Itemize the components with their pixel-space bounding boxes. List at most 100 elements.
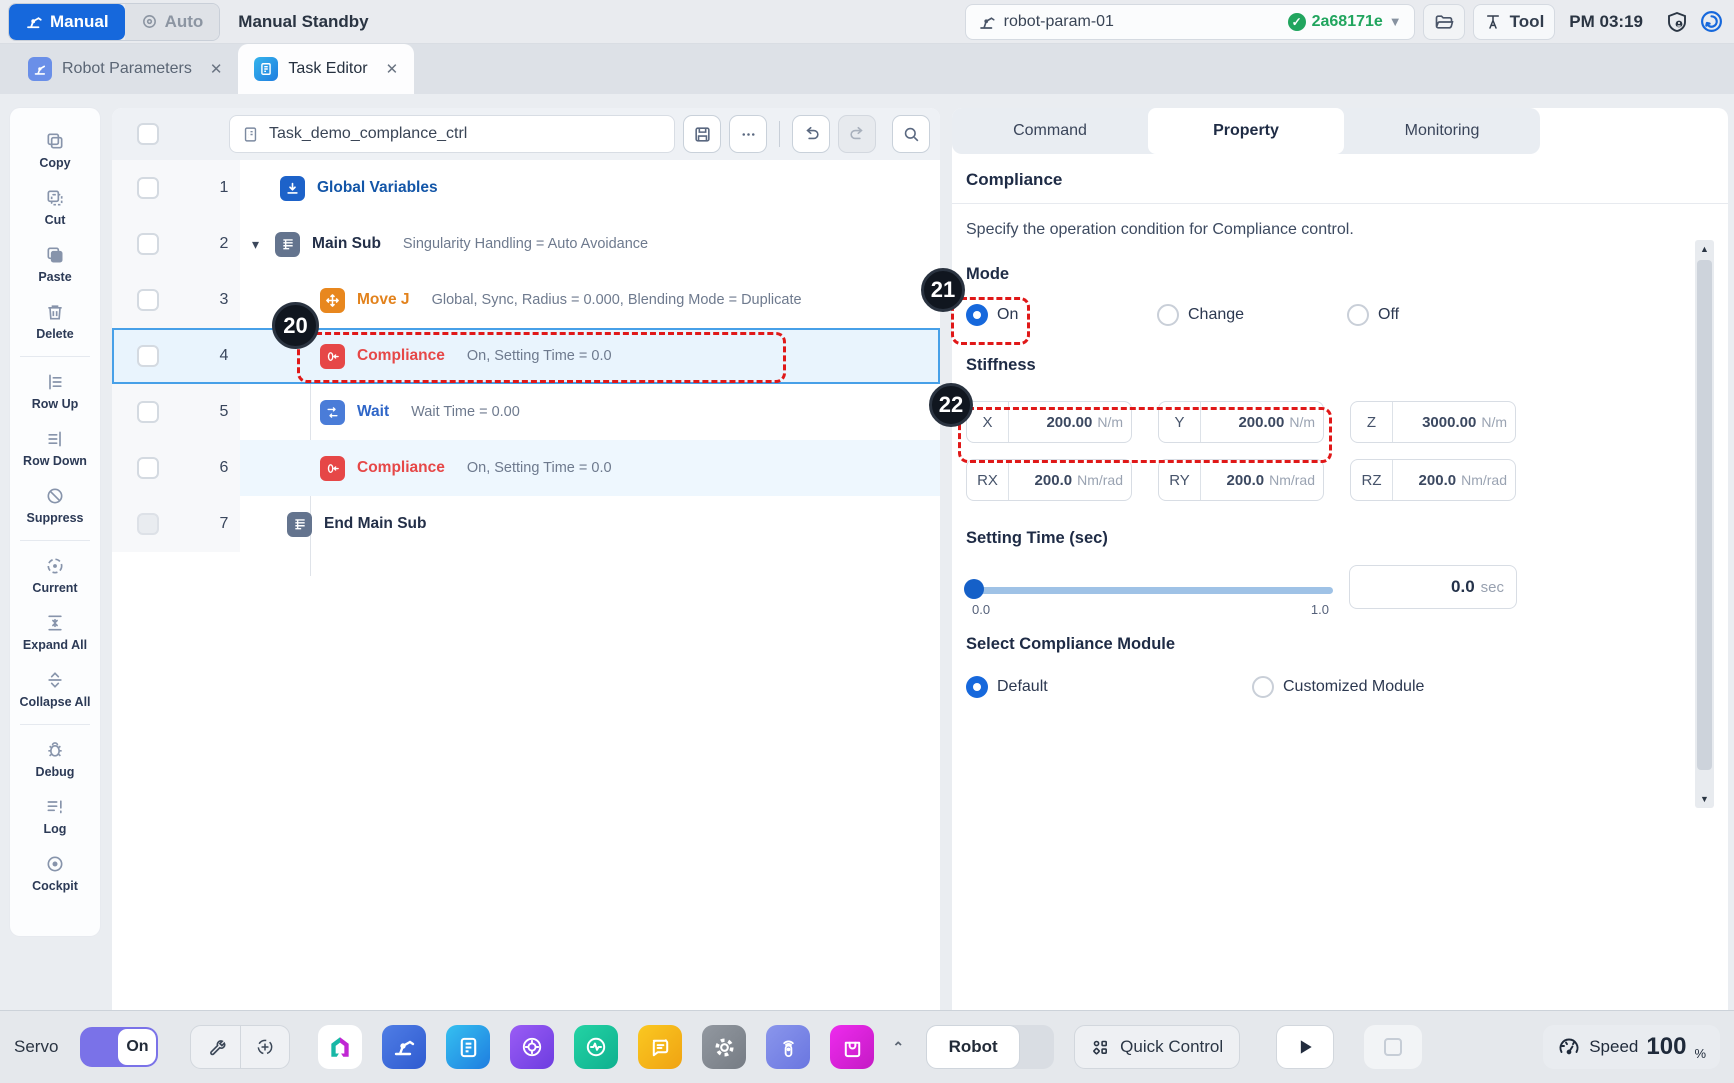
- row-checkbox[interactable]: [137, 457, 159, 479]
- row-checkbox[interactable]: [137, 289, 159, 311]
- play-button[interactable]: [1276, 1025, 1334, 1069]
- redo-button[interactable]: [838, 115, 876, 153]
- stiffness-rz-field[interactable]: RZ 200.0 Nm/rad: [1350, 459, 1516, 501]
- tab-monitoring[interactable]: Monitoring: [1344, 108, 1540, 154]
- suppress-button[interactable]: Suppress: [10, 477, 100, 534]
- speedometer-icon: [1557, 1035, 1581, 1059]
- mode-option-off[interactable]: Off: [1347, 304, 1399, 326]
- slider-thumb[interactable]: [964, 579, 984, 599]
- speed-control[interactable]: Speed 100 %: [1543, 1025, 1720, 1069]
- expand-all-button[interactable]: Expand All: [10, 604, 100, 661]
- tab-property[interactable]: Property: [1148, 108, 1344, 154]
- tab-command[interactable]: Command: [952, 108, 1148, 154]
- task-row-wait[interactable]: 5 Wait Wait Time = 0.00: [112, 384, 940, 440]
- open-project-button[interactable]: [1423, 4, 1465, 40]
- cockpit-button[interactable]: Cockpit: [10, 845, 100, 902]
- module-option-customized[interactable]: Customized Module: [1252, 676, 1424, 698]
- manual-mode-button[interactable]: Manual: [9, 4, 125, 40]
- app-dock: [318, 1025, 874, 1069]
- auto-mode-button[interactable]: Auto: [125, 4, 220, 40]
- remote-control-app-icon[interactable]: [766, 1025, 810, 1069]
- recovery-target-icon[interactable]: [1699, 9, 1724, 34]
- stiffness-section-label: Stiffness: [966, 356, 1712, 375]
- task-editor-app-icon[interactable]: [446, 1025, 490, 1069]
- task-row-main-sub[interactable]: 2 ▾ Main Sub Singularity Handling = Auto…: [112, 216, 940, 272]
- app-tab-bar: Robot Parameters ✕ Task Editor ✕: [0, 44, 1734, 94]
- select-all-checkbox[interactable]: [137, 123, 159, 145]
- editor-toolbar-buttons: [675, 115, 930, 153]
- robot-scope-toggle[interactable]: Robot: [926, 1025, 1054, 1069]
- paste-button[interactable]: Paste: [10, 236, 100, 293]
- close-tab-icon[interactable]: ✕: [386, 60, 399, 78]
- scroll-down-icon[interactable]: ▼: [1695, 790, 1714, 808]
- stiffness-rx-field[interactable]: RX 200.0 Nm/rad: [966, 459, 1132, 501]
- home-app-icon[interactable]: [318, 1025, 362, 1069]
- jog-app-icon[interactable]: [510, 1025, 554, 1069]
- monitoring-app-icon[interactable]: [574, 1025, 618, 1069]
- collapse-chevron-icon[interactable]: ▾: [252, 236, 259, 253]
- setting-time-value-field[interactable]: 0.0 sec: [1349, 565, 1517, 609]
- edit-toolbar-sidebar: Copy Cut Paste Delete Row Up Row Down Su…: [10, 108, 100, 936]
- safety-shield-icon[interactable]: [1665, 10, 1689, 34]
- tool-button[interactable]: Tool: [1473, 4, 1556, 40]
- quick-control-button[interactable]: Quick Control: [1074, 1025, 1240, 1069]
- mode-option-change[interactable]: Change: [1157, 304, 1347, 326]
- row-checkbox[interactable]: [137, 233, 159, 255]
- robot-selector[interactable]: robot-param-01 ✓ 2a68171e ▼: [965, 4, 1415, 40]
- panel-scrollbar[interactable]: ▲ ▼: [1695, 240, 1714, 808]
- stiffness-z-field[interactable]: Z 3000.00 N/m: [1350, 401, 1516, 443]
- stiffness-ry-field[interactable]: RY 200.0 Nm/rad: [1158, 459, 1324, 501]
- tab-robot-parameters[interactable]: Robot Parameters ✕: [12, 44, 238, 94]
- row-down-button[interactable]: Row Down: [10, 420, 100, 477]
- speed-unit: %: [1694, 1046, 1706, 1061]
- store-app-icon[interactable]: [830, 1025, 874, 1069]
- scroll-up-icon[interactable]: ▲: [1695, 240, 1714, 258]
- jog-sync-button[interactable]: [240, 1026, 289, 1068]
- mode-section-label: Mode: [966, 265, 1712, 284]
- task-row-global-variables[interactable]: 1 Global Variables: [112, 160, 940, 216]
- radio-customized[interactable]: [1252, 676, 1274, 698]
- divider: [20, 724, 90, 725]
- more-options-button[interactable]: [729, 115, 767, 153]
- task-name-input[interactable]: [269, 125, 662, 143]
- row-checkbox[interactable]: [137, 345, 159, 367]
- debug-button[interactable]: Debug: [10, 731, 100, 788]
- row-up-button[interactable]: Row Up: [10, 363, 100, 420]
- save-button[interactable]: [683, 115, 721, 153]
- chevron-down-icon[interactable]: ▼: [1389, 14, 1402, 29]
- search-button[interactable]: [892, 115, 930, 153]
- log-button[interactable]: Log: [10, 788, 100, 845]
- task-row-end-main-sub[interactable]: 7 End Main Sub: [112, 496, 940, 552]
- row-checkbox[interactable]: [137, 401, 159, 423]
- task-name-field[interactable]: [229, 115, 675, 153]
- bottom-dock-bar: Servo On: [0, 1010, 1734, 1083]
- robot-app-icon[interactable]: [382, 1025, 426, 1069]
- scrollbar-thumb[interactable]: [1697, 260, 1712, 770]
- tab-label: Task Editor: [288, 60, 367, 78]
- cut-button[interactable]: Cut: [10, 179, 100, 236]
- copy-button[interactable]: Copy: [10, 122, 100, 179]
- collapse-all-button[interactable]: Collapse All: [10, 661, 100, 718]
- log-app-icon[interactable]: [638, 1025, 682, 1069]
- undo-button[interactable]: [792, 115, 830, 153]
- tab-task-editor[interactable]: Task Editor ✕: [238, 44, 414, 94]
- row-checkbox-disabled: [137, 513, 159, 535]
- task-row-compliance-2[interactable]: 6 Compliance On, Setting Time = 0.0: [112, 440, 940, 496]
- auto-mode-label: Auto: [165, 12, 204, 32]
- setting-time-slider[interactable]: 0.0 1.0: [966, 578, 1333, 594]
- servo-toggle[interactable]: On: [80, 1027, 158, 1067]
- current-button[interactable]: Current: [10, 547, 100, 604]
- dock-expand-chevron-icon[interactable]: ⌃: [892, 1039, 904, 1056]
- settings-app-icon[interactable]: [702, 1025, 746, 1069]
- radio-off[interactable]: [1347, 304, 1369, 326]
- radio-change[interactable]: [1157, 304, 1179, 326]
- radio-default-selected[interactable]: [966, 676, 988, 698]
- delete-button[interactable]: Delete: [10, 293, 100, 350]
- wrench-button[interactable]: [191, 1026, 240, 1068]
- module-option-default[interactable]: Default: [966, 676, 1252, 698]
- annotation-badge-21: 21: [921, 268, 965, 312]
- close-tab-icon[interactable]: ✕: [210, 60, 223, 78]
- task-row-move-j[interactable]: 3 Move J Global, Sync, Radius = 0.000, B…: [112, 272, 940, 328]
- row-checkbox[interactable]: [137, 177, 159, 199]
- slider-track[interactable]: [966, 587, 1333, 594]
